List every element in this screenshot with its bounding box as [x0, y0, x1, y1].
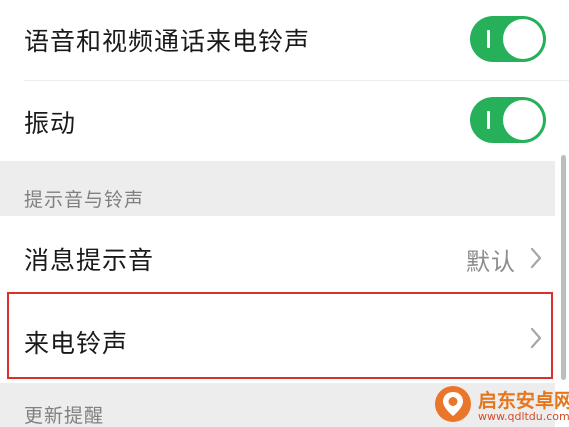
- vibrate-label: 振动: [24, 109, 77, 138]
- toggle-knob: [503, 19, 543, 59]
- toggle-on-marker-icon: [487, 30, 490, 48]
- voice-video-ringtone-row[interactable]: 语音和视频通话来电铃声: [0, 0, 555, 80]
- vibrate-toggle[interactable]: [470, 97, 546, 143]
- watermark-title: 启东安卓网: [478, 390, 569, 412]
- toggle-on-marker-icon: [487, 111, 490, 129]
- voice-video-ringtone-label: 语音和视频通话来电铃声: [24, 27, 311, 56]
- message-tone-row[interactable]: 消息提示音 默认: [0, 216, 555, 296]
- scrollbar[interactable]: [561, 155, 566, 380]
- sound-section-title: 提示音与铃声: [24, 189, 145, 211]
- vibrate-row[interactable]: 振动: [0, 81, 555, 161]
- update-section-title: 更新提醒: [24, 405, 105, 427]
- voice-video-ringtone-toggle[interactable]: [470, 16, 546, 62]
- site-watermark: 启东安卓网 www.qdltdu.com: [432, 383, 569, 427]
- watermark-url: www.qdltdu.com: [478, 410, 569, 423]
- toggle-knob: [503, 100, 543, 140]
- sound-section-header: 提示音与铃声: [0, 161, 555, 216]
- map-pin-logo-icon: [435, 386, 471, 422]
- highlight-box: [7, 292, 553, 379]
- message-tone-value: 默认: [466, 248, 516, 276]
- notification-settings-screen: 语音和视频通话来电铃声 振动 提示音与铃声 消息提示音 默认 来电铃声 更新提醒…: [0, 0, 569, 427]
- chevron-right-icon: [530, 247, 542, 269]
- message-tone-label: 消息提示音: [24, 246, 155, 275]
